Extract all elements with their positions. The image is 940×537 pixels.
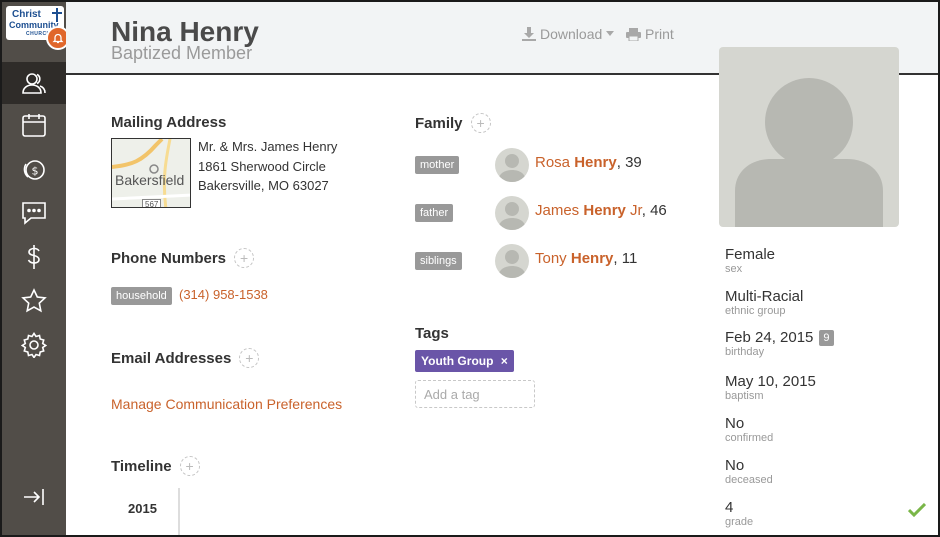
giving-icon: $ (23, 160, 45, 180)
download-icon (522, 27, 536, 41)
phone-number-link[interactable]: (314) 958-1538 (179, 287, 268, 302)
street-address: 1861 Sherwood Circle (198, 159, 326, 174)
mailing-address-title: Mailing Address (111, 114, 227, 131)
avatar[interactable] (495, 244, 529, 278)
print-icon (626, 27, 641, 41)
family-member-name[interactable]: James Henry Jr, 46 (535, 202, 667, 219)
fact-sex: Female sex (725, 246, 776, 275)
timeline-title: Timeline + (111, 456, 200, 476)
profile-photo[interactable] (719, 47, 899, 227)
timeline-track (178, 488, 180, 535)
fact-baptism: May 10, 2015 baptism (725, 373, 816, 402)
sidebar-logout[interactable] (2, 476, 66, 518)
age-badge: 9 (819, 329, 834, 346)
message-icon (22, 202, 46, 225)
family-member-name[interactable]: Rosa Henry, 39 (535, 154, 642, 171)
fact-ethnic-group: Multi-Racial ethnic group (725, 288, 804, 317)
chevron-down-icon (606, 31, 615, 36)
add-phone-button[interactable]: + (234, 248, 255, 268)
fact-birthday: Feb 24, 2015 9 birthday (725, 329, 834, 358)
sidebar: Christ Community CHURCH $ (2, 2, 70, 535)
phone-numbers-title: Phone Numbers + (111, 248, 255, 268)
family-member-row[interactable]: father James Henry Jr, 46 (415, 196, 715, 232)
sidebar-item-giving[interactable]: $ (2, 148, 66, 190)
checkmark-icon (908, 503, 926, 517)
relation-badge: father (415, 204, 454, 222)
fact-grade: 4 grade (725, 499, 754, 528)
map-road-label: 567 (142, 199, 162, 207)
family-member-name[interactable]: Tony Henry, 11 (535, 250, 637, 267)
person-silhouette-icon (735, 78, 883, 227)
calendar-icon (22, 114, 46, 137)
address-map[interactable]: Bakersfield 567 (111, 138, 191, 208)
print-button[interactable]: Print (626, 26, 674, 42)
city-state-zip: Bakersville, MO 63027 (198, 178, 329, 193)
email-addresses-title: Email Addresses + (111, 348, 260, 368)
fact-deceased: No deceased (725, 457, 773, 486)
family-title: Family + (415, 113, 491, 133)
sidebar-item-favorites[interactable] (2, 280, 66, 322)
family-member-row[interactable]: mother Rosa Henry, 39 (415, 148, 715, 184)
people-icon (22, 73, 46, 94)
avatar[interactable] (495, 196, 529, 230)
sidebar-item-finance[interactable] (2, 236, 66, 278)
add-family-member-button[interactable]: + (470, 113, 491, 133)
sidebar-item-messages[interactable] (2, 192, 66, 234)
sidebar-item-people[interactable] (2, 62, 66, 104)
gear-icon (21, 332, 47, 358)
download-button[interactable]: Download (522, 26, 615, 42)
timeline-year: 2015 (128, 501, 157, 516)
sidebar-item-calendar[interactable] (2, 104, 66, 146)
fact-confirmed: No confirmed (725, 415, 774, 444)
tags-title: Tags (415, 325, 449, 342)
sidebar-item-settings[interactable] (2, 324, 66, 366)
relation-badge: mother (415, 156, 460, 174)
addressee-link[interactable]: Mr. & Mrs. James Henry (198, 139, 337, 154)
add-timeline-button[interactable]: + (179, 456, 200, 476)
svg-text:$: $ (32, 165, 39, 178)
add-tag-input[interactable]: Add a tag (415, 380, 535, 408)
family-member-row[interactable]: siblings Tony Henry, 11 (415, 244, 715, 280)
relation-badge: siblings (415, 252, 462, 270)
dollar-icon (27, 245, 40, 269)
phone-type-badge: household (111, 287, 172, 305)
manage-communication-link[interactable]: Manage Communication Preferences (111, 396, 342, 412)
map-city-label: Bakersfield (115, 172, 185, 188)
avatar[interactable] (495, 148, 529, 182)
logout-icon (24, 489, 44, 505)
star-icon (21, 288, 47, 313)
add-email-button[interactable]: + (239, 348, 260, 368)
membership-status: Baptized Member (111, 43, 253, 63)
tag-chip[interactable]: Youth Group × (415, 350, 514, 372)
remove-tag-icon[interactable]: × (501, 354, 508, 368)
